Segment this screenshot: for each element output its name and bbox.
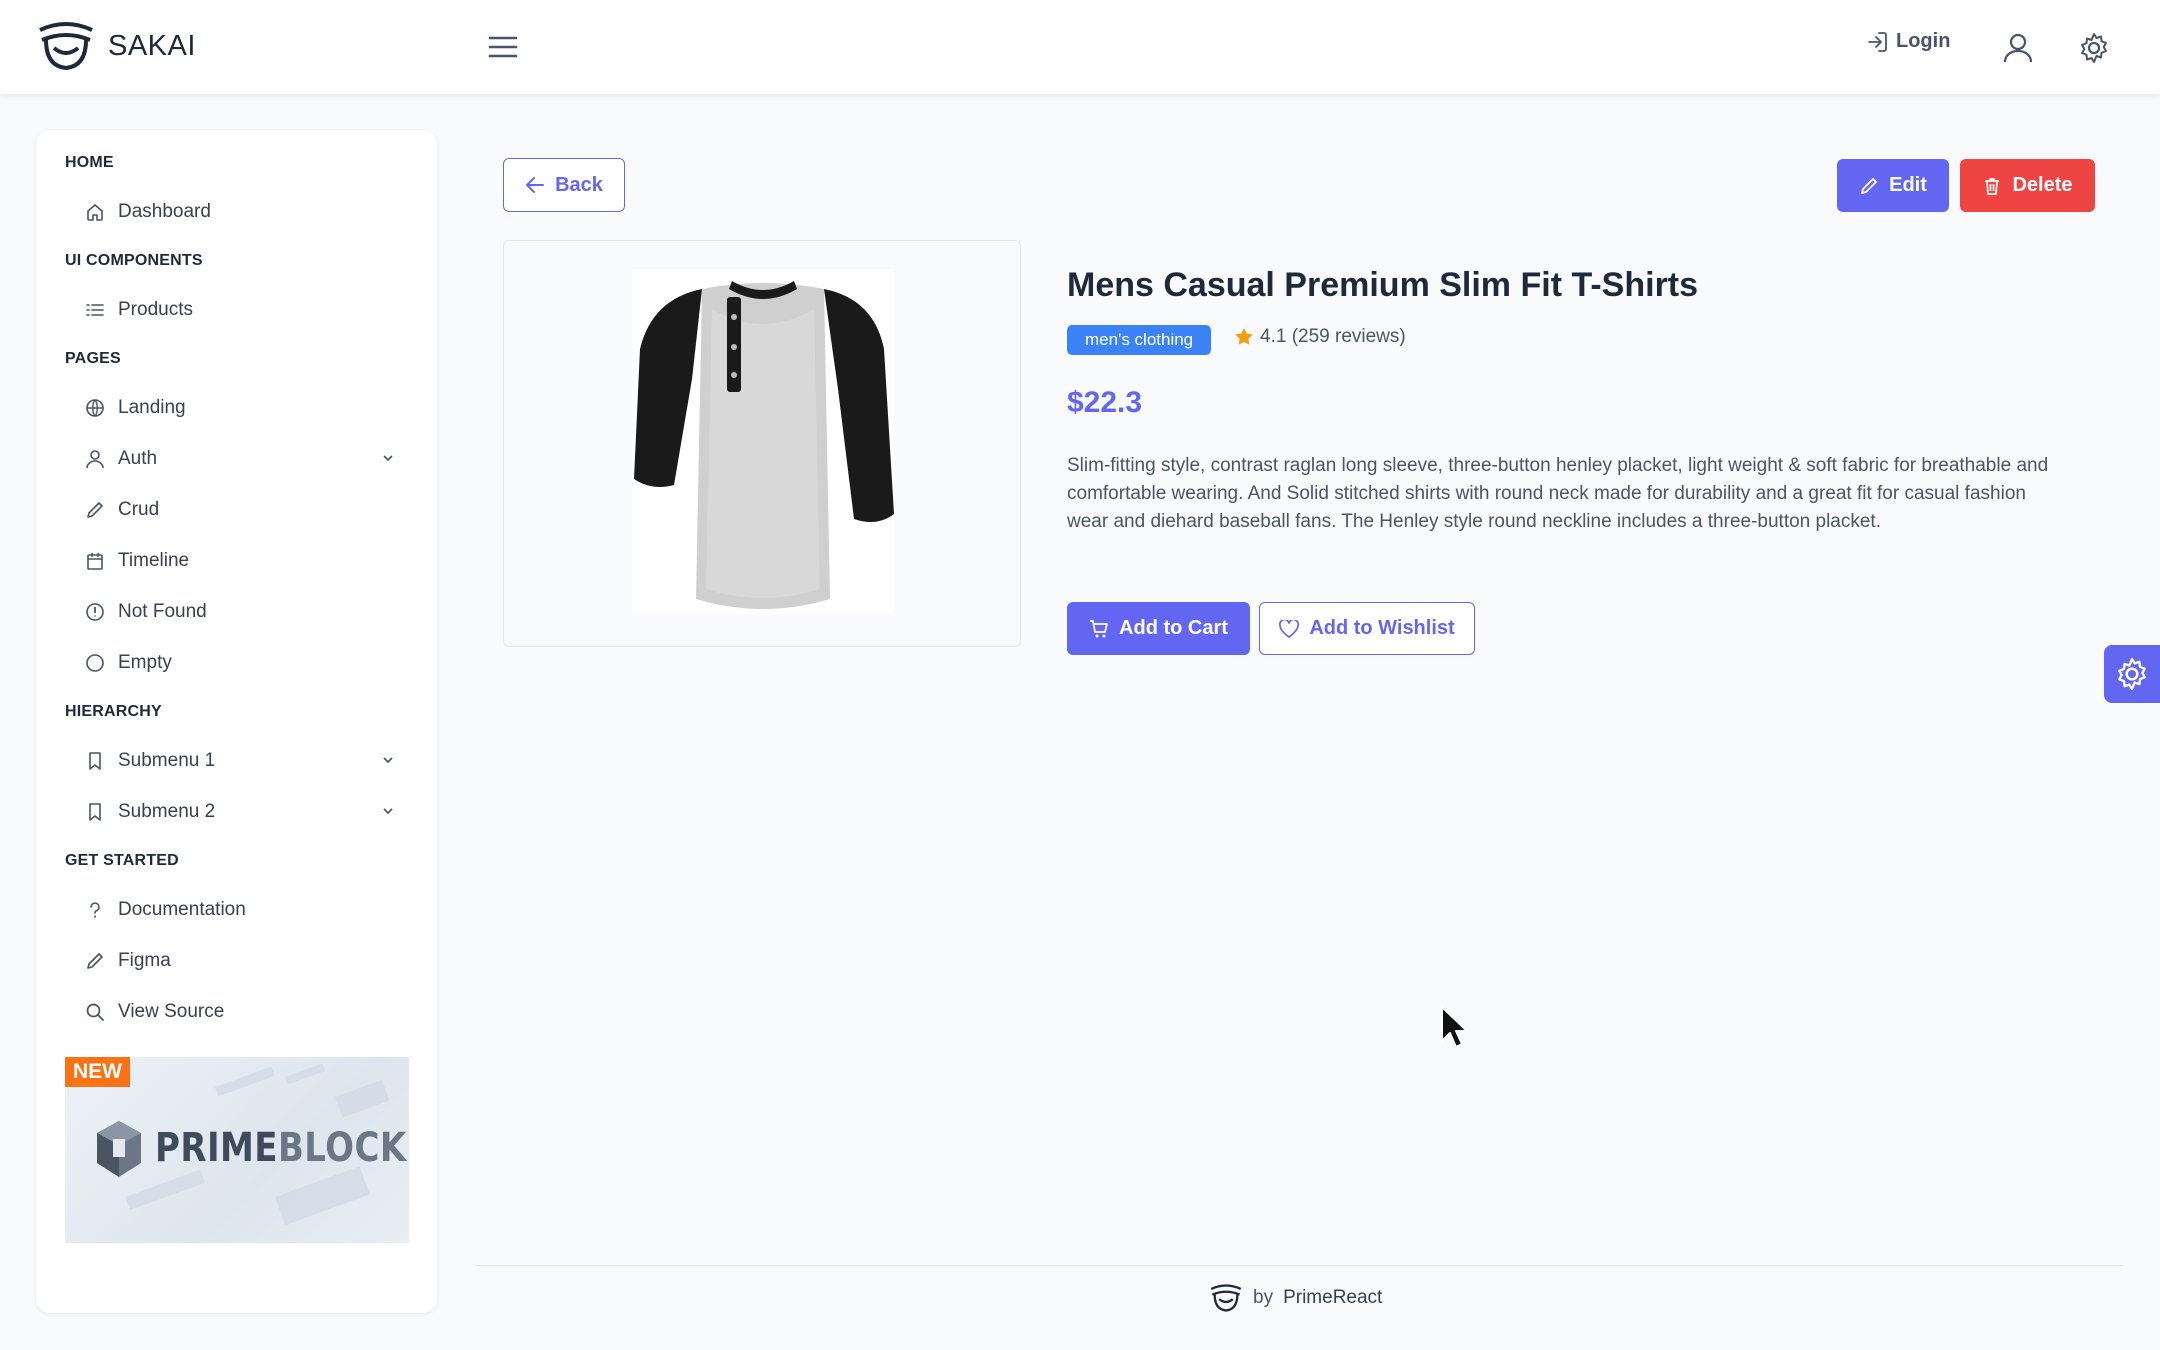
sidebar-item-submenu-2[interactable]: Submenu 2: [85, 790, 405, 834]
pencil-icon: [1859, 176, 1879, 196]
add-to-wishlist-label: Add to Wishlist: [1309, 617, 1455, 639]
sakai-logo-icon: [1209, 1283, 1243, 1313]
bookmark-icon: [85, 751, 105, 771]
primeblocks-banner[interactable]: NEW PRIMEBLOCKS: [65, 1057, 409, 1243]
sidebar-item-not-found[interactable]: Not Found: [85, 590, 405, 634]
product-price: $22.3: [1067, 386, 1143, 419]
trash-icon: [1982, 176, 2002, 196]
login-link[interactable]: Login: [1866, 30, 1950, 53]
sidebar-item-crud[interactable]: Crud: [85, 488, 405, 532]
circle-icon: [85, 653, 105, 673]
primeblocks-cube-icon: [95, 1119, 143, 1179]
sidebar-item-figma[interactable]: Figma: [85, 939, 405, 983]
section-title-ui-components: UI COMPONENTS: [65, 252, 203, 269]
sidebar-item-documentation[interactable]: Documentation: [85, 888, 405, 932]
category-tag: men's clothing: [1067, 325, 1212, 355]
back-label: Back: [555, 173, 603, 196]
product-image: [632, 269, 894, 615]
sakai-logo-icon: [36, 20, 96, 72]
footer-by: by: [1253, 1287, 1274, 1308]
section-title-pages: PAGES: [65, 350, 121, 367]
back-button[interactable]: Back: [503, 158, 625, 212]
sidebar-item-label: Figma: [118, 950, 171, 971]
heart-icon: [1279, 619, 1300, 638]
arrow-left-icon: [525, 176, 545, 194]
sidebar-item-label: Timeline: [118, 550, 190, 571]
product-image-card: [503, 240, 1021, 647]
globe-icon: [85, 398, 105, 418]
sidebar-item-auth[interactable]: Auth: [85, 437, 405, 481]
shopping-cart-icon: [1089, 619, 1109, 639]
topbar: SAKAI Login: [0, 0, 2160, 94]
sidebar-item-landing[interactable]: Landing: [85, 386, 405, 430]
mouse-cursor-icon: [1440, 1005, 1470, 1049]
hamburger-icon: [488, 35, 518, 59]
edit-label: Edit: [1889, 174, 1927, 196]
user-icon: [2002, 32, 2034, 64]
sidebar: HOME Dashboard UI COMPONENTS Products PA…: [36, 130, 437, 1313]
sidebar-item-label: Submenu 1: [118, 750, 216, 771]
add-to-cart-button[interactable]: Add to Cart: [1067, 602, 1250, 655]
pencil-icon: [85, 951, 105, 971]
bookmark-icon: [85, 802, 105, 822]
sidebar-item-label: Submenu 2: [118, 801, 216, 822]
footer-brand-link[interactable]: PrimeReact: [1283, 1287, 1382, 1309]
sidebar-item-label: Auth: [118, 448, 158, 469]
section-title-hierarchy: HIERARCHY: [65, 703, 162, 720]
sidebar-item-view-source[interactable]: View Source: [85, 990, 405, 1034]
profile-button[interactable]: [1998, 28, 2038, 68]
star-icon: [1234, 327, 1254, 347]
sidebar-item-timeline[interactable]: Timeline: [85, 539, 405, 583]
app-title: SAKAI: [108, 29, 196, 62]
add-to-wishlist-button[interactable]: Add to Wishlist: [1259, 602, 1475, 655]
menu-toggle-button[interactable]: [482, 26, 524, 68]
sidebar-item-label: Documentation: [118, 899, 246, 920]
layout-config-button[interactable]: [2104, 645, 2160, 703]
sidebar-item-empty[interactable]: Empty: [85, 641, 405, 685]
calendar-icon: [85, 551, 105, 571]
chevron-down-icon[interactable]: [381, 804, 395, 818]
footer: by PrimeReact: [1209, 1283, 1382, 1313]
home-icon: [85, 202, 105, 222]
section-title-get-started: GET STARTED: [65, 852, 179, 869]
search-icon: [85, 1002, 105, 1022]
sidebar-item-label: Crud: [118, 499, 160, 520]
sidebar-item-label: Landing: [118, 397, 186, 418]
gear-icon: [2078, 32, 2110, 64]
sign-in-icon: [1866, 31, 1888, 53]
login-label: Login: [1896, 30, 1951, 52]
sidebar-item-label: Not Found: [118, 601, 207, 622]
add-to-cart-label: Add to Cart: [1119, 617, 1228, 639]
edit-button[interactable]: Edit: [1837, 159, 1949, 212]
delete-label: Delete: [2012, 174, 2073, 196]
sidebar-item-submenu-1[interactable]: Submenu 1: [85, 739, 405, 783]
logo[interactable]: SAKAI: [36, 20, 196, 72]
user-icon: [85, 449, 105, 469]
question-icon: [85, 900, 105, 920]
product-rating: 4.1 (259 reviews): [1234, 326, 1406, 348]
rating-text: 4.1 (259 reviews): [1260, 326, 1406, 347]
delete-button[interactable]: Delete: [1960, 159, 2095, 212]
product-description: Slim-fitting style, contrast raglan long…: [1067, 455, 2049, 532]
sidebar-item-dashboard[interactable]: Dashboard: [85, 190, 405, 234]
exclamation-circle-icon: [85, 602, 105, 622]
gear-icon: [2115, 657, 2149, 691]
new-badge: NEW: [65, 1057, 130, 1087]
sidebar-item-label: View Source: [118, 1001, 225, 1022]
pencil-icon: [85, 500, 105, 520]
sidebar-item-label: Dashboard: [118, 201, 211, 222]
primeblocks-logo-text: PRIMEBLOCKS: [155, 1125, 409, 1171]
section-title-home: HOME: [65, 154, 114, 171]
chevron-down-icon[interactable]: [381, 451, 395, 465]
sidebar-item-label: Products: [118, 299, 193, 320]
settings-button[interactable]: [2074, 28, 2114, 68]
list-icon: [85, 300, 105, 320]
product-title: Mens Casual Premium Slim Fit T-Shirts: [1067, 266, 1699, 304]
chevron-down-icon[interactable]: [381, 753, 395, 767]
sidebar-item-products[interactable]: Products: [85, 288, 405, 332]
sidebar-item-label: Empty: [118, 652, 172, 673]
footer-divider: [475, 1265, 2123, 1266]
